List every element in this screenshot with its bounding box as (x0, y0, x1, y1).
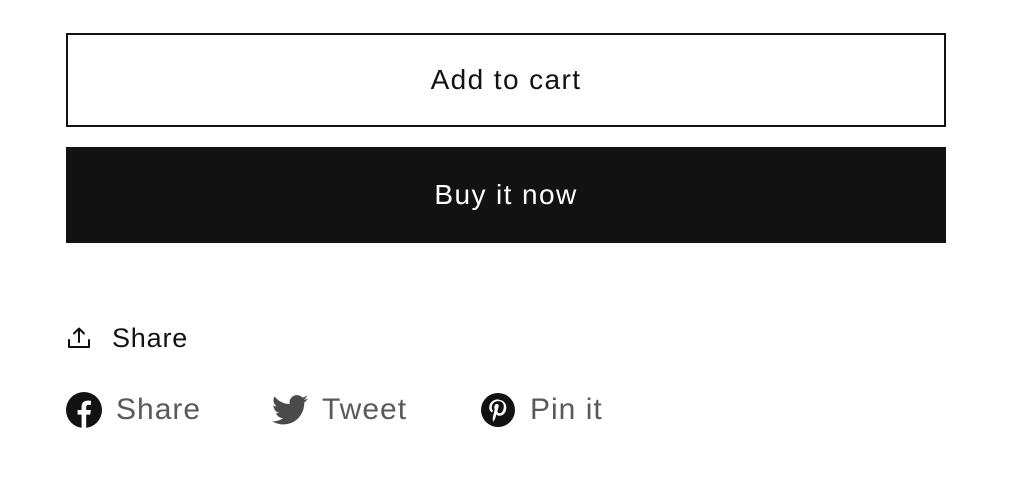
facebook-icon (66, 392, 102, 428)
share-facebook-label: Share (116, 393, 202, 426)
add-to-cart-button[interactable]: Add to cart (66, 33, 946, 127)
share-facebook-link[interactable]: Share (66, 386, 201, 434)
pin-it-label: Pin it (530, 393, 603, 426)
tweet-link[interactable]: Tweet (272, 386, 407, 434)
buy-it-now-button[interactable]: Buy it now (66, 147, 946, 243)
share-upload-icon (66, 325, 92, 351)
pinterest-icon (480, 392, 516, 428)
share-toggle-label: Share (112, 322, 189, 353)
tweet-label: Tweet (322, 393, 408, 426)
twitter-icon (272, 395, 308, 425)
pin-it-link[interactable]: Pin it (480, 386, 603, 434)
share-toggle[interactable]: Share (66, 318, 188, 358)
